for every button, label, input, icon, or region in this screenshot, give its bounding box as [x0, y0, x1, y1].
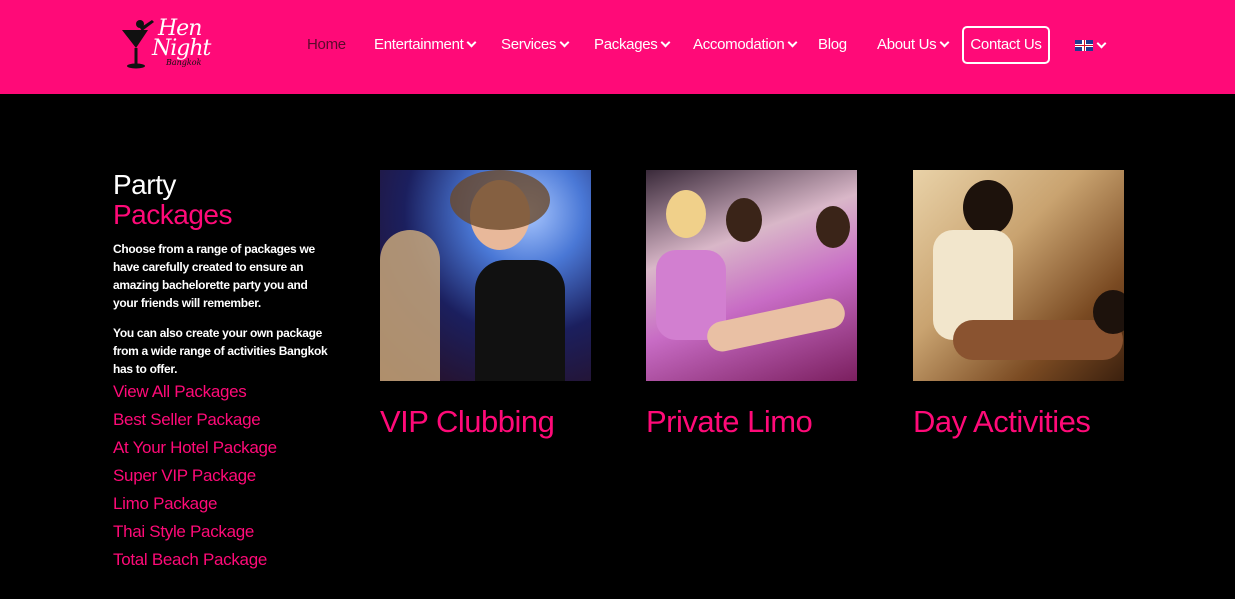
sidebar-title-party: Party [113, 169, 176, 200]
nav-packages-label: Packages [594, 36, 658, 53]
nav-packages[interactable]: Packages [594, 27, 671, 63]
chevron-down-icon [1096, 38, 1107, 48]
chevron-down-icon [788, 37, 798, 48]
link-total-beach-package[interactable]: Total Beach Package [113, 546, 328, 574]
nav-accomodation-label: Accomodation [693, 36, 785, 53]
decor [475, 260, 565, 381]
contact-us-button[interactable]: Contact Us [962, 26, 1050, 64]
day-activities-photo[interactable] [913, 170, 1124, 381]
chevron-down-icon [939, 37, 950, 48]
card-private-limo[interactable]: Private Limo [646, 170, 857, 439]
logo-text-bangkok: Bangkok [166, 58, 202, 67]
card-day-activities[interactable]: Day Activities [913, 170, 1124, 439]
nav-about-us-label: About Us [877, 36, 937, 53]
nav-home-label: Home [307, 36, 346, 53]
chevron-down-icon [661, 37, 671, 48]
card-title-vip-clubbing[interactable]: VIP Clubbing [380, 404, 555, 440]
link-super-vip-package[interactable]: Super VIP Package [113, 462, 328, 490]
nav-entertainment[interactable]: Entertainment [374, 27, 477, 63]
sidebar-custom-text: You can also create your own package fro… [113, 326, 328, 376]
sidebar-intro-text: Choose from a range of packages we have … [113, 242, 315, 310]
nav-services[interactable]: Services [501, 27, 570, 63]
chevron-down-icon [467, 37, 477, 48]
card-vip-clubbing[interactable]: VIP Clubbing [380, 170, 591, 439]
link-at-your-hotel-package[interactable]: At Your Hotel Package [113, 434, 328, 462]
nav-services-label: Services [501, 36, 557, 53]
link-limo-package[interactable]: Limo Package [113, 490, 328, 518]
private-limo-photo[interactable] [646, 170, 857, 381]
nav-home[interactable]: Home [307, 27, 346, 63]
uk-flag-icon [1075, 39, 1093, 51]
card-title-private-limo[interactable]: Private Limo [646, 404, 813, 440]
nav-accomodation[interactable]: Accomodation [693, 27, 798, 63]
party-packages-sidebar: Party Packages Choose from a range of pa… [113, 170, 328, 574]
nav-about-us[interactable]: About Us [877, 27, 950, 63]
site-header: Hen Night Bangkok Home Entertainment Ser… [0, 0, 1235, 94]
nav-entertainment-label: Entertainment [374, 36, 464, 53]
package-link-list: View All Packages Best Seller Package At… [113, 378, 328, 574]
link-view-all-packages[interactable]: View All Packages [113, 378, 328, 406]
chevron-down-icon [559, 37, 570, 48]
site-logo[interactable]: Hen Night Bangkok [118, 16, 211, 74]
link-thai-style-package[interactable]: Thai Style Package [113, 518, 328, 546]
card-title-day-activities[interactable]: Day Activities [913, 404, 1091, 440]
nav-blog[interactable]: Blog [818, 27, 847, 63]
vip-clubbing-photo[interactable] [380, 170, 591, 381]
link-best-seller-package[interactable]: Best Seller Package [113, 406, 328, 434]
sidebar-title-packages: Packages [113, 199, 232, 230]
nav-blog-label: Blog [818, 36, 847, 53]
language-selector[interactable] [1075, 38, 1107, 52]
